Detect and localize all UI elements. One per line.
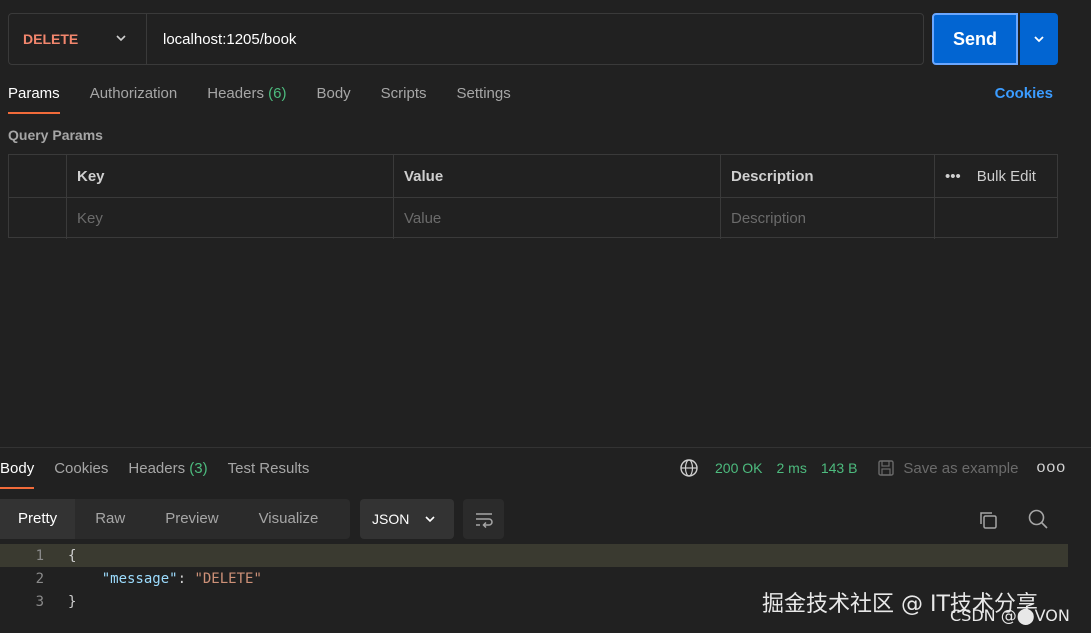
json-value: "DELETE" — [194, 570, 262, 587]
tab-response-body[interactable]: Body — [0, 459, 35, 489]
response-size[interactable]: 143 B — [821, 460, 858, 476]
save-as-example-button[interactable]: Save as example — [877, 459, 1019, 477]
chevron-down-icon — [116, 35, 126, 42]
copy-button[interactable] — [977, 509, 999, 534]
status-code[interactable]: 200 OK — [715, 460, 762, 476]
tab-settings[interactable]: Settings — [457, 84, 511, 114]
view-pretty[interactable]: Pretty — [0, 499, 76, 539]
view-mode-toolbar: Pretty Raw Preview Visualize — [0, 499, 350, 539]
key-input[interactable]: Key — [67, 198, 394, 239]
bulk-edit-cell: ••• Bulk Edit — [935, 155, 1057, 197]
send-options-button[interactable] — [1020, 13, 1058, 65]
tab-headers-label: Headers — [207, 85, 264, 102]
value-input[interactable]: Value — [394, 198, 721, 239]
headers-count: (6) — [268, 85, 287, 102]
tab-response-cookies[interactable]: Cookies — [54, 459, 108, 489]
url-bar: DELETE — [8, 13, 924, 65]
response-headers-count: (3) — [189, 460, 208, 477]
tab-headers[interactable]: Headers (6) — [207, 84, 286, 114]
tab-response-headers-label: Headers — [128, 460, 186, 477]
request-tabs: Params Authorization Headers (6) Body Sc… — [8, 84, 541, 114]
tab-test-results[interactable]: Test Results — [228, 459, 310, 489]
row-actions-cell — [935, 198, 1057, 239]
code-text: } — [68, 593, 77, 610]
tab-response-headers[interactable]: Headers (3) — [128, 459, 207, 489]
tab-body[interactable]: Body — [316, 84, 350, 114]
watermark: CSDN @⬤VON — [950, 606, 1070, 625]
view-preview[interactable]: Preview — [145, 499, 238, 539]
line-number: 2 — [35, 570, 44, 587]
description-input[interactable]: Description — [721, 198, 935, 239]
save-icon — [878, 460, 895, 476]
globe-icon[interactable] — [679, 458, 699, 478]
response-time[interactable]: 2 ms — [776, 460, 806, 476]
json-key: "message" — [101, 570, 178, 587]
copy-icon — [980, 512, 997, 529]
checkbox-column — [9, 155, 67, 197]
tab-scripts[interactable]: Scripts — [381, 84, 427, 114]
json-colon: : — [177, 570, 195, 587]
chevron-down-icon — [1034, 36, 1044, 43]
table-row: Key Value Description — [9, 197, 1057, 239]
line-number: 3 — [35, 593, 44, 610]
query-params-title: Query Params — [8, 127, 103, 143]
wrap-lines-button[interactable] — [463, 499, 504, 539]
tab-authorization[interactable]: Authorization — [90, 84, 178, 114]
format-select[interactable]: JSON — [360, 499, 454, 539]
search-button[interactable] — [1027, 508, 1049, 533]
response-meta: 200 OK 2 ms 143 B Save as example ooo — [679, 458, 1066, 478]
send-button[interactable]: Send — [932, 13, 1018, 65]
code-text: { — [68, 547, 77, 564]
pane-divider[interactable] — [0, 447, 1091, 448]
tab-params[interactable]: Params — [8, 84, 60, 114]
table-header-row: Key Value Description ••• Bulk Edit — [9, 155, 1057, 197]
view-visualize[interactable]: Visualize — [239, 499, 339, 539]
code-line: 1 { — [0, 544, 1068, 567]
chevron-down-icon — [425, 516, 435, 523]
query-params-table: Key Value Description ••• Bulk Edit Key … — [8, 154, 1058, 239]
more-icon[interactable]: ••• — [945, 168, 961, 185]
url-input[interactable] — [147, 14, 923, 64]
column-value: Value — [394, 155, 721, 197]
save-as-example-label: Save as example — [903, 459, 1019, 477]
row-checkbox-cell — [9, 198, 67, 239]
response-tabs: Body Cookies Headers (3) Test Results — [0, 459, 329, 489]
line-number: 1 — [35, 547, 44, 564]
format-label: JSON — [372, 511, 410, 527]
method-select[interactable]: DELETE — [9, 14, 147, 64]
column-description: Description — [721, 155, 935, 197]
more-icon[interactable]: ooo — [1037, 459, 1067, 477]
wrap-lines-icon — [475, 513, 493, 528]
column-key: Key — [67, 155, 394, 197]
code-text: "message": "DELETE" — [44, 571, 262, 587]
method-label: DELETE — [23, 31, 79, 47]
view-raw[interactable]: Raw — [75, 499, 145, 539]
cookies-link[interactable]: Cookies — [995, 85, 1053, 102]
search-icon — [1028, 509, 1048, 529]
bulk-edit-button[interactable]: Bulk Edit — [977, 168, 1036, 185]
